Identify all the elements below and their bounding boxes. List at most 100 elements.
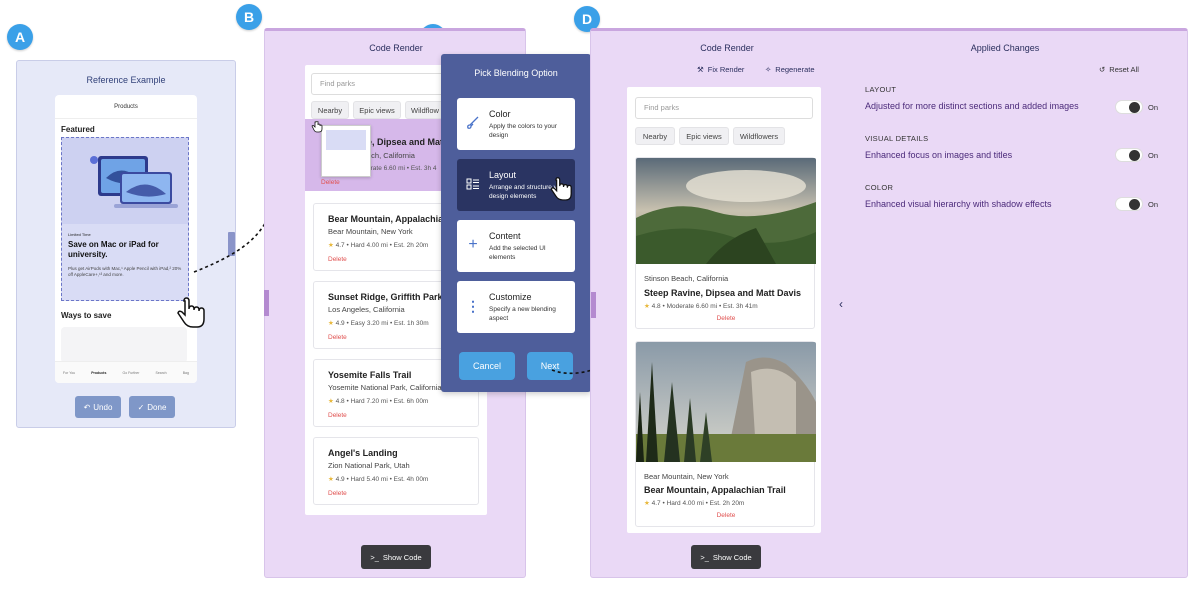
show-code-label: Show Code (382, 552, 422, 562)
option-desc: Apply the colors to your design (489, 123, 557, 139)
park-meta: ★ 4.7 • Hard 4.00 mi • Est. 2h 20m (328, 241, 428, 249)
undo-button[interactable]: ↶ Undo (75, 396, 121, 418)
park-card[interactable]: Bear Mountain, New York Bear Mountain, A… (635, 341, 816, 527)
park-location: ach, California (367, 151, 415, 160)
chip-wildflowers[interactable]: Wildflowers (733, 127, 785, 145)
option-content[interactable]: + Content Add the selected UI elements (457, 220, 575, 272)
park-meta: ★ 4.7 • Hard 4.00 mi • Est. 2h 20m (644, 499, 744, 507)
limited-time-label: Limited Time (68, 232, 91, 237)
park-location: Bear Mountain, New York (328, 227, 413, 236)
chip-nearby[interactable]: Nearby (311, 101, 349, 119)
chip-epic-views[interactable]: Epic views (353, 101, 401, 119)
panel-d-resize-handle[interactable] (591, 292, 596, 318)
done-label: Done (147, 402, 167, 412)
fix-render-label: Fix Render (707, 65, 745, 74)
toggle-color[interactable] (1115, 197, 1143, 211)
park-location: Los Angeles, California (328, 305, 405, 314)
chevron-left-icon[interactable]: ‹ (839, 297, 843, 311)
reset-icon: ↺ (1099, 65, 1106, 74)
plus-icon: + (468, 236, 478, 253)
toggle-layout[interactable] (1115, 100, 1143, 114)
star-icon: ★ (328, 476, 336, 483)
change-label-color: COLOR (865, 183, 894, 192)
park-name: Bear Mountain, Appalachian T (328, 214, 457, 224)
terminal-icon: >_ (700, 552, 709, 562)
fix-render-button[interactable]: ⚒ Fix Render (697, 65, 744, 74)
park-meta-text: 4.8 • Hard 7.20 mi • Est. 6h 00m (335, 398, 429, 405)
applied-changes-title: Applied Changes (970, 43, 1040, 53)
card-body: Plus get AirPods with Mac,¹ Apple Pencil… (68, 266, 182, 277)
toggle-state-visual-details: On (1148, 151, 1159, 160)
option-name: Content (489, 231, 521, 241)
show-code-button[interactable]: >_ Show Code (691, 545, 761, 569)
change-text-visual-details: Enhanced focus on images and titles (865, 150, 1013, 160)
wand-icon: ⚒ (697, 65, 704, 74)
star-icon: ★ (644, 500, 652, 507)
option-name: Customize (489, 292, 532, 302)
chip-wildflowers[interactable]: Wildflow (405, 101, 445, 119)
hand-cursor-icon (177, 297, 205, 328)
chip-nearby[interactable]: Nearby (635, 127, 675, 145)
regenerate-button[interactable]: ✧ Regenerate (765, 65, 815, 74)
undo-label: Undo (93, 402, 113, 412)
change-text-layout: Adjusted for more distinct sections and … (865, 101, 1079, 111)
change-label-visual-details: VISUAL DETAILS (865, 134, 929, 143)
show-code-button[interactable]: >_ Show Code (361, 545, 431, 569)
option-name: Color (489, 109, 511, 119)
show-code-label: Show Code (712, 552, 752, 562)
park-name: Bear Mountain, Appalachian Trail (644, 485, 786, 495)
done-button[interactable]: ✓ Done (129, 396, 175, 418)
phone-tab-bar: For You Products Go Further Search Bag (55, 361, 197, 383)
panel-title: Code Render (369, 43, 423, 53)
park-location: Zion National Park, Utah (328, 461, 410, 470)
option-desc: Add the selected UI elements (489, 245, 546, 261)
toggle-visual-details[interactable] (1115, 148, 1143, 162)
reset-all-label: Reset All (1109, 65, 1139, 74)
delete-link[interactable]: Delete (328, 412, 347, 419)
park-card[interactable]: Angel's Landing Zion National Park, Utah… (313, 437, 479, 505)
park-card[interactable]: Stinson Beach, California Steep Ravine, … (635, 157, 816, 329)
delete-link[interactable]: Delete (321, 179, 340, 186)
park-meta-text: 4.7 • Hard 4.00 mi • Est. 2h 20m (651, 500, 745, 507)
park-name: e, Dipsea and Mat (367, 137, 444, 147)
reference-phone-screenshot: Products Featured Limited Time Save on M… (55, 95, 197, 383)
card-headline: Save on Mac or iPad for university. (68, 240, 159, 259)
park-location: Bear Mountain, New York (644, 472, 729, 481)
park-meta: ★ 4.9 • Easy 3.20 mi • Est. 1h 30m (328, 319, 429, 327)
search-input[interactable]: Find parks (635, 97, 813, 119)
tab-go-further: Go Further (122, 370, 140, 375)
delete-link[interactable]: Delete (328, 334, 347, 341)
delete-link[interactable]: Delete (328, 490, 347, 497)
chip-epic-views[interactable]: Epic views (679, 127, 729, 145)
thumbnail-image (326, 130, 366, 150)
cancel-button[interactable]: Cancel (459, 352, 515, 380)
park-name: Yosemite Falls Trail (328, 370, 412, 380)
option-color[interactable]: Color Apply the colors to your design (457, 98, 575, 150)
change-text-color: Enhanced visual hierarchy with shadow ef… (865, 199, 1052, 209)
selected-region[interactable]: Limited Time Save on Mac or iPad for uni… (61, 137, 189, 301)
delete-link[interactable]: Delete (636, 512, 816, 519)
park-meta: ★ 4.8 • Hard 7.20 mi • Est. 6h 00m (328, 397, 428, 405)
park-name: Angel's Landing (328, 448, 398, 458)
reset-all-button[interactable]: ↺ Reset All (1099, 65, 1139, 74)
panel-b-resize-handle[interactable] (264, 290, 269, 316)
option-desc: Specify a new blending aspect (489, 306, 556, 322)
dialog-title: Pick Blending Option (474, 68, 558, 78)
panel-title: Code Render (700, 43, 754, 53)
toggle-state-layout: On (1148, 103, 1159, 112)
delete-link[interactable]: Delete (636, 315, 816, 322)
option-customize[interactable]: ⋮ Customize Specify a new blending aspec… (457, 281, 575, 333)
sparkles-icon: ✧ (765, 65, 772, 74)
dragged-reference-thumbnail (321, 125, 371, 177)
park-meta: ★ 4.9 • Hard 5.40 mi • Est. 4h 00m (328, 475, 428, 483)
delete-link[interactable]: Delete (328, 256, 347, 263)
option-layout[interactable]: Layout Arrange and structure your design… (457, 159, 575, 211)
star-icon: ★ (644, 303, 652, 310)
tab-search: Search (155, 370, 167, 375)
tab-products: Products (91, 370, 107, 375)
paintbrush-icon (465, 115, 481, 131)
more-vertical-icon: ⋮ (466, 297, 480, 314)
check-icon: ✓ (137, 402, 145, 412)
toggle-knob (1129, 102, 1140, 113)
hand-cursor-icon (550, 177, 572, 201)
